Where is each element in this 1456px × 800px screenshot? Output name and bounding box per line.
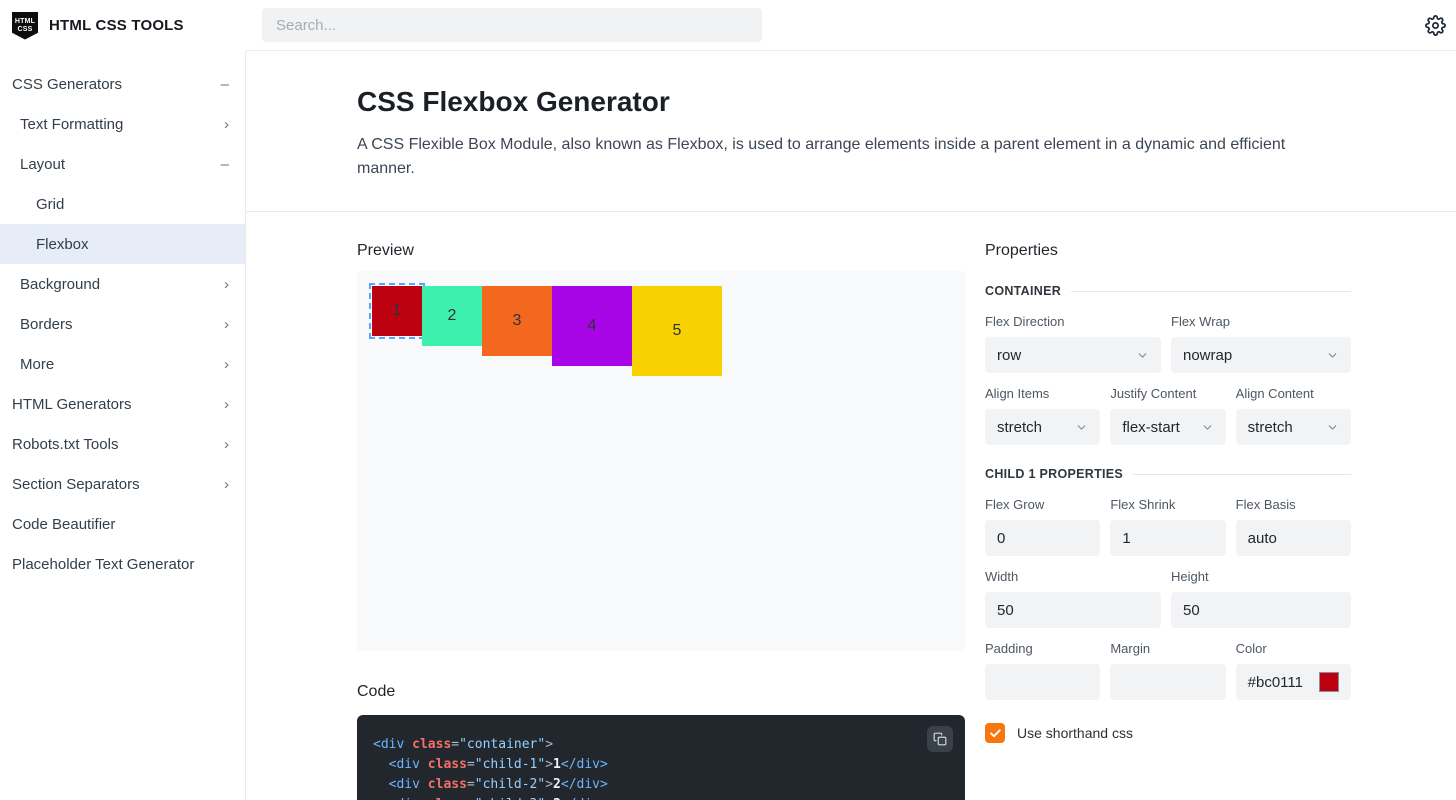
flex-child[interactable]: 2 [422,286,482,346]
sidebar-item-code-beautifier[interactable]: Code Beautifier [0,504,245,544]
code-block: <div class="container"> <div class="chil… [357,715,965,800]
color-swatch[interactable] [1319,672,1339,692]
sidebar-item-layout[interactable]: Layout – [0,144,245,184]
chevron-right-icon: › [224,356,229,373]
copy-icon [933,732,947,746]
width-field: Width [985,569,1161,628]
sidebar-item-flexbox[interactable]: Flexbox [0,224,245,264]
flex-basis-field: Flex Basis [1236,497,1351,556]
margin-field: Margin [1110,641,1225,700]
brand-title: HTML CSS TOOLS [49,17,184,34]
padding-input[interactable] [985,664,1100,700]
page-title: CSS Flexbox Generator [357,86,1348,118]
sidebar-item-robots-txt-tools[interactable]: Robots.txt Tools › [0,424,245,464]
height-field: Height [1171,569,1351,628]
color-field: Color #bc0111 [1236,641,1351,700]
copy-button[interactable] [927,726,953,752]
flex-wrap-select[interactable]: nowrap [1171,337,1351,373]
code-lines: <div class="container"> <div class="chil… [373,735,949,800]
sidebar: CSS Generators – Text Formatting › Layou… [0,51,246,800]
width-input[interactable] [985,592,1161,628]
collapse-icon: – [221,76,229,93]
chevron-right-icon: › [224,396,229,413]
chevron-down-icon [1075,421,1088,434]
chevron-down-icon [1326,421,1339,434]
sidebar-item-background[interactable]: Background › [0,264,245,304]
logo[interactable]: HTML CSS HTML CSS TOOLS [0,0,246,51]
sidebar-item-css-generators[interactable]: CSS Generators – [0,64,245,104]
chevron-down-icon [1201,421,1214,434]
flex-wrap-field: Flex Wrap nowrap [1171,314,1351,373]
align-items-field: Align Items stretch [985,386,1100,445]
settings-button[interactable] [1423,13,1447,37]
page-description: A CSS Flexible Box Module, also known as… [357,133,1347,181]
sidebar-item-borders[interactable]: Borders › [0,304,245,344]
align-content-select[interactable]: stretch [1236,409,1351,445]
flex-child[interactable]: 1 [372,286,422,336]
chevron-right-icon: › [224,316,229,333]
chevron-right-icon: › [224,436,229,453]
justify-content-select[interactable]: flex-start [1110,409,1225,445]
shorthand-option: Use shorthand css [985,723,1351,743]
container-section-title: CONTAINER [985,284,1351,298]
flex-child[interactable]: 3 [482,286,552,356]
htmlcss-logo-icon: HTML CSS [12,12,38,40]
chevron-right-icon: › [224,276,229,293]
flex-direction-select[interactable]: row [985,337,1161,373]
align-items-select[interactable]: stretch [985,409,1100,445]
search-input[interactable] [262,8,762,42]
top-bar: HTML CSS HTML CSS TOOLS [0,0,1456,51]
flex-grow-field: Flex Grow [985,497,1100,556]
flex-grow-input[interactable] [985,520,1100,556]
page-header: CSS Flexbox Generator A CSS Flexible Box… [246,51,1456,212]
color-input[interactable]: #bc0111 [1236,664,1351,700]
height-input[interactable] [1171,592,1351,628]
flex-direction-field: Flex Direction row [985,314,1161,373]
code-heading: Code [357,683,965,701]
flex-shrink-field: Flex Shrink [1110,497,1225,556]
chevron-right-icon: › [224,476,229,493]
properties-heading: Properties [985,242,1351,260]
flex-shrink-input[interactable] [1110,520,1225,556]
shorthand-checkbox[interactable] [985,723,1005,743]
sidebar-item-text-formatting[interactable]: Text Formatting › [0,104,245,144]
sidebar-item-section-separators[interactable]: Section Separators › [0,464,245,504]
padding-field: Padding [985,641,1100,700]
flex-child[interactable]: 5 [632,286,722,376]
chevron-right-icon: › [224,116,229,133]
justify-content-field: Justify Content flex-start [1110,386,1225,445]
sidebar-item-grid[interactable]: Grid [0,184,245,224]
child-section-title: CHILD 1 PROPERTIES [985,467,1351,481]
sidebar-item-placeholder-text-generator[interactable]: Placeholder Text Generator [0,544,245,584]
collapse-icon: – [221,156,229,173]
sidebar-item-more[interactable]: More › [0,344,245,384]
check-icon [989,727,1002,740]
chevron-down-icon [1326,349,1339,362]
gear-icon [1425,15,1446,36]
preview-panel: 1 2 3 4 5 [357,271,965,651]
flex-basis-input[interactable] [1236,520,1351,556]
margin-input[interactable] [1110,664,1225,700]
shorthand-label: Use shorthand css [1017,725,1133,741]
flex-child[interactable]: 4 [552,286,632,366]
header [246,0,1456,51]
chevron-down-icon [1136,349,1149,362]
align-content-field: Align Content stretch [1236,386,1351,445]
preview-heading: Preview [357,242,965,260]
main-content: CSS Flexbox Generator A CSS Flexible Box… [246,51,1456,800]
sidebar-item-html-generators[interactable]: HTML Generators › [0,384,245,424]
